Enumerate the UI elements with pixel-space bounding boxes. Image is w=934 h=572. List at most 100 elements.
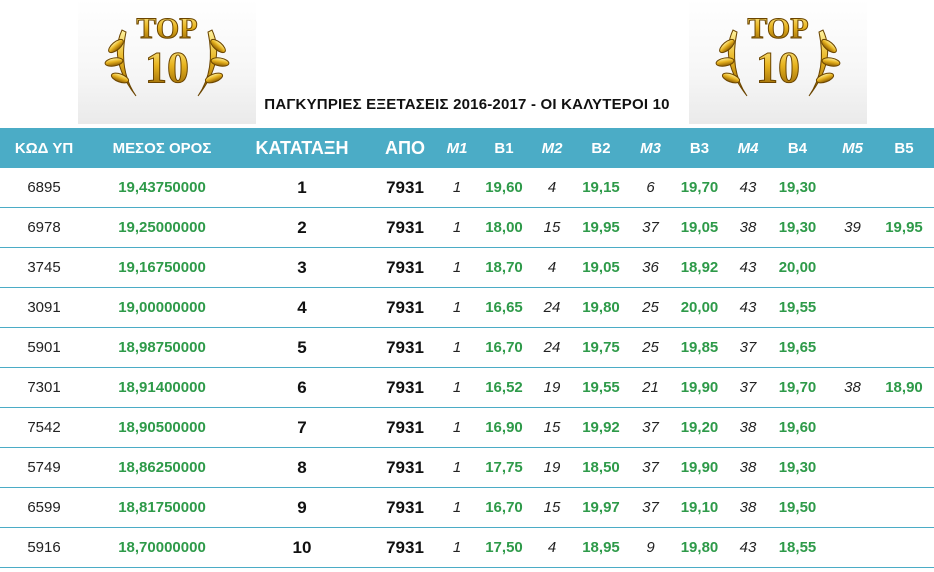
cell-b3: 18,92 — [667, 247, 732, 288]
cell-m3: 37 — [634, 207, 667, 248]
cell-m1: 1 — [442, 487, 472, 528]
cell-b5 — [874, 407, 934, 448]
cell-m2: 15 — [536, 207, 568, 248]
col-header-rank: ΚΑΤΑΤΑΞΗ — [236, 128, 368, 168]
cell-code: 3091 — [0, 287, 88, 328]
cell-rank: 10 — [236, 527, 368, 568]
col-header-m1: Μ1 — [442, 128, 472, 168]
table-row: 6895 19,43750000 1 7931 1 19,60 4 19,15 6 19,70 43… — [0, 168, 934, 208]
cell-m1: 1 — [442, 407, 472, 448]
table-row: 5916 18,70000000 10 7931 1 17,50 4 18,95 9 19,80 4… — [0, 527, 934, 568]
cell-average: 18,98750000 — [88, 327, 236, 368]
cell-m5 — [831, 447, 874, 488]
cell-m5 — [831, 527, 874, 568]
cell-m5: 38 — [831, 367, 874, 408]
cell-m1: 1 — [442, 287, 472, 328]
cell-b2: 19,75 — [568, 327, 634, 368]
col-header-b3: Β3 — [667, 128, 732, 168]
cell-m5 — [831, 327, 874, 368]
cell-b1: 16,70 — [472, 327, 536, 368]
cell-m1: 1 — [442, 327, 472, 368]
cell-apo: 7931 — [368, 168, 442, 208]
results-table: ΚΩΔ ΥΠ ΜΕΣΟΣ ΟΡΟΣ ΚΑΤΑΤΑΞΗ ΑΠΟ Μ1 Β1 Μ2 … — [0, 128, 934, 568]
cell-b1: 16,52 — [472, 367, 536, 408]
cell-b3: 19,90 — [667, 367, 732, 408]
cell-m5 — [831, 168, 874, 208]
cell-m2: 24 — [536, 287, 568, 328]
cell-b3: 19,05 — [667, 207, 732, 248]
cell-m3: 36 — [634, 247, 667, 288]
cell-b1: 17,75 — [472, 447, 536, 488]
cell-b3: 19,80 — [667, 527, 732, 568]
col-header-b1: Β1 — [472, 128, 536, 168]
cell-b2: 19,05 — [568, 247, 634, 288]
cell-m3: 37 — [634, 447, 667, 488]
col-header-code: ΚΩΔ ΥΠ — [0, 128, 88, 168]
cell-m2: 15 — [536, 487, 568, 528]
cell-b2: 19,15 — [568, 168, 634, 208]
cell-m1: 1 — [442, 367, 472, 408]
cell-m4: 37 — [732, 367, 764, 408]
cell-m2: 4 — [536, 247, 568, 288]
cell-m3: 25 — [634, 327, 667, 368]
cell-m2: 19 — [536, 367, 568, 408]
cell-rank: 3 — [236, 247, 368, 288]
cell-b1: 17,50 — [472, 527, 536, 568]
cell-b1: 16,65 — [472, 287, 536, 328]
cell-b5 — [874, 527, 934, 568]
cell-m1: 1 — [442, 168, 472, 208]
svg-text:10: 10 — [145, 43, 189, 92]
cell-average: 18,81750000 — [88, 487, 236, 528]
col-header-b4: Β4 — [764, 128, 831, 168]
cell-b5 — [874, 247, 934, 288]
cell-m3: 37 — [634, 487, 667, 528]
cell-code: 6978 — [0, 207, 88, 248]
cell-b3: 19,20 — [667, 407, 732, 448]
cell-rank: 5 — [236, 327, 368, 368]
cell-rank: 2 — [236, 207, 368, 248]
cell-b3: 19,70 — [667, 168, 732, 208]
col-header-b5: Β5 — [874, 128, 934, 168]
cell-average: 18,70000000 — [88, 527, 236, 568]
cell-m4: 43 — [732, 287, 764, 328]
cell-b2: 19,80 — [568, 287, 634, 328]
cell-rank: 4 — [236, 287, 368, 328]
cell-rank: 1 — [236, 168, 368, 208]
cell-b3: 19,85 — [667, 327, 732, 368]
cell-b4: 19,30 — [764, 168, 831, 208]
cell-b5 — [874, 447, 934, 488]
cell-b5 — [874, 287, 934, 328]
cell-average: 18,90500000 — [88, 407, 236, 448]
cell-apo: 7931 — [368, 487, 442, 528]
cell-b2: 19,92 — [568, 407, 634, 448]
cell-b2: 19,97 — [568, 487, 634, 528]
cell-m5: 39 — [831, 207, 874, 248]
cell-code: 7542 — [0, 407, 88, 448]
cell-m3: 37 — [634, 407, 667, 448]
cell-average: 19,43750000 — [88, 168, 236, 208]
cell-b5 — [874, 168, 934, 208]
cell-m1: 1 — [442, 447, 472, 488]
cell-apo: 7931 — [368, 447, 442, 488]
col-header-b2: Β2 — [568, 128, 634, 168]
col-header-average: ΜΕΣΟΣ ΟΡΟΣ — [88, 128, 236, 168]
table-row: 7542 18,90500000 7 7931 1 16,90 15 19,92 37 19,20… — [0, 407, 934, 448]
cell-m1: 1 — [442, 247, 472, 288]
cell-m2: 15 — [536, 407, 568, 448]
cell-b1: 19,60 — [472, 168, 536, 208]
cell-b2: 19,95 — [568, 207, 634, 248]
cell-b2: 19,55 — [568, 367, 634, 408]
table-row: 5749 18,86250000 8 7931 1 17,75 19 18,50 37 19,90… — [0, 447, 934, 488]
cell-b4: 19,50 — [764, 487, 831, 528]
svg-text:10: 10 — [756, 43, 800, 92]
cell-b4: 19,55 — [764, 287, 831, 328]
cell-apo: 7931 — [368, 327, 442, 368]
cell-b1: 16,70 — [472, 487, 536, 528]
cell-average: 18,86250000 — [88, 447, 236, 488]
table-row: 3091 19,00000000 4 7931 1 16,65 24 19,80 25 20,00… — [0, 287, 934, 328]
cell-b5 — [874, 327, 934, 368]
col-header-apo: ΑΠΟ — [368, 128, 442, 168]
cell-m2: 24 — [536, 327, 568, 368]
cell-b5 — [874, 487, 934, 528]
cell-apo: 7931 — [368, 527, 442, 568]
